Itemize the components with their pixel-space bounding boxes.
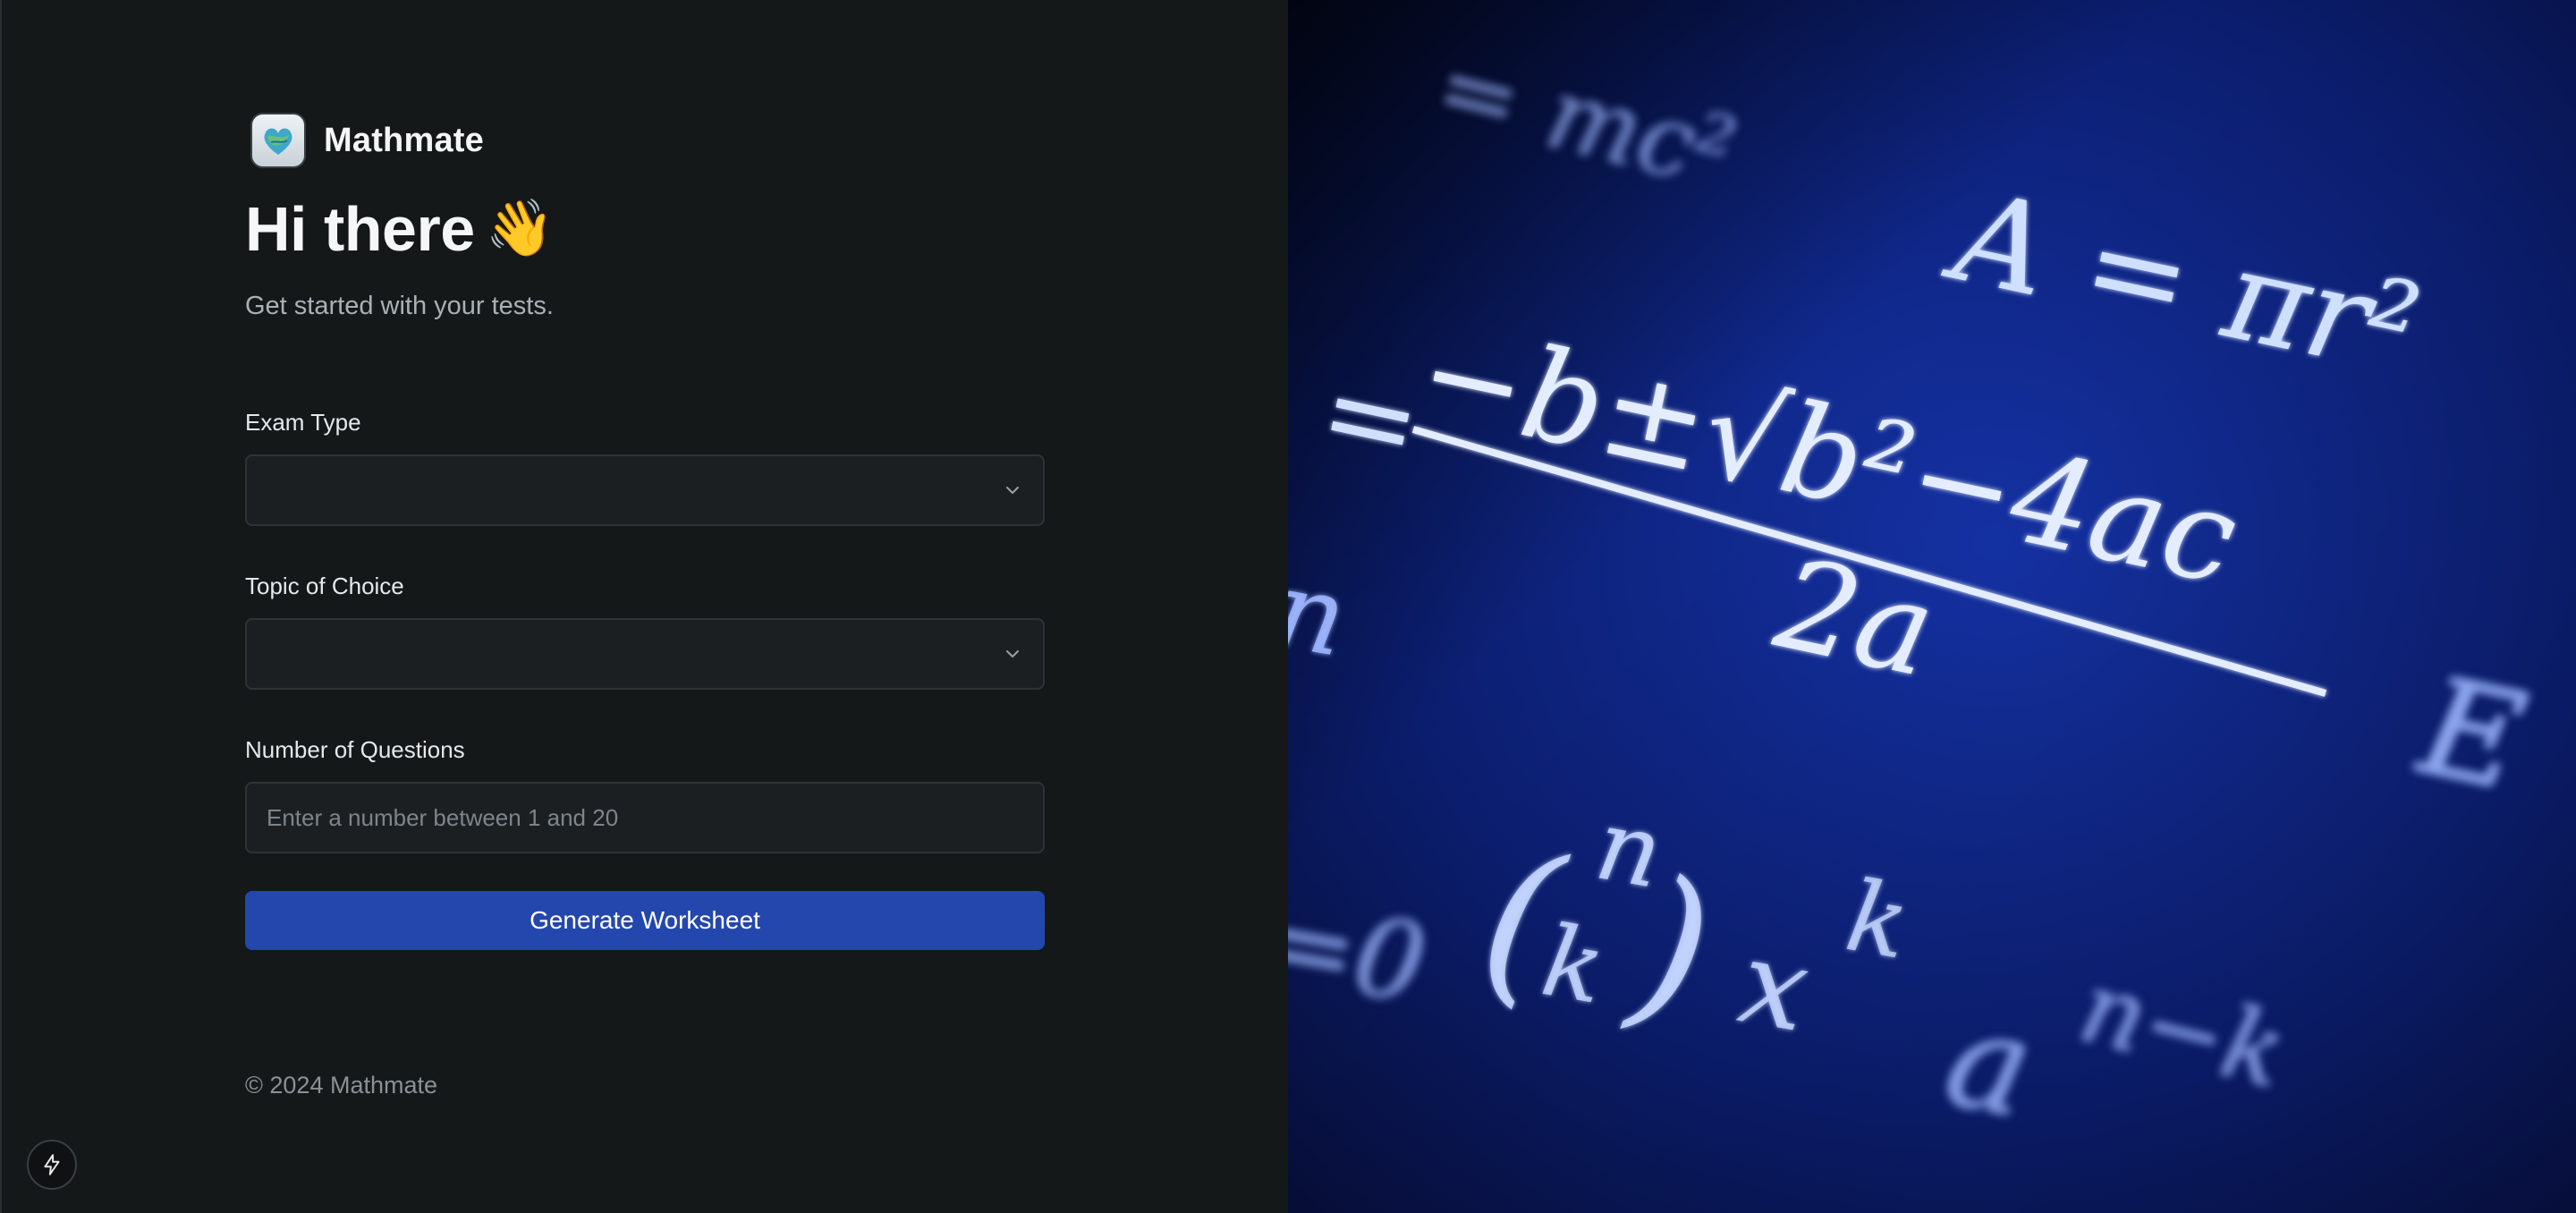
math-formulas-illustration: = mc² A = πr² = −b±√b²−4ac 2a n E ( n k … bbox=[1288, 0, 2576, 1213]
signup-content: Mathmate Hi there 👋 Get started with you… bbox=[245, 113, 1045, 950]
bolt-icon[interactable] bbox=[27, 1140, 77, 1190]
exam-type-select[interactable] bbox=[245, 454, 1045, 526]
brand: Mathmate bbox=[250, 113, 1045, 168]
chevron-down-icon bbox=[1006, 487, 1019, 494]
exam-type-field: Exam Type bbox=[245, 409, 1045, 526]
left-panel: Mathmate Hi there 👋 Get started with you… bbox=[0, 0, 1288, 1213]
topic-select[interactable] bbox=[245, 618, 1045, 690]
greeting: Hi there 👋 bbox=[245, 193, 1045, 265]
mathmate-logo-icon bbox=[250, 113, 306, 168]
exam-type-label: Exam Type bbox=[245, 409, 361, 436]
topic-label: Topic of Choice bbox=[245, 573, 404, 599]
page: Mathmate Hi there 👋 Get started with you… bbox=[0, 0, 2576, 1213]
copyright: © 2024 Mathmate bbox=[245, 1072, 438, 1098]
num-questions-field: Number of Questions bbox=[245, 736, 1045, 853]
page-title: Hi there bbox=[245, 194, 475, 264]
chevron-down-icon bbox=[1006, 650, 1019, 657]
num-questions-label: Number of Questions bbox=[245, 736, 465, 763]
num-questions-input[interactable] bbox=[267, 803, 1023, 832]
hero-image: = mc² A = πr² = −b±√b²−4ac 2a n E ( n k … bbox=[1288, 0, 2576, 1213]
topic-field: Topic of Choice bbox=[245, 573, 1045, 690]
num-questions-wrapper bbox=[245, 782, 1045, 853]
generate-worksheet-button[interactable]: Generate Worksheet bbox=[245, 891, 1045, 950]
brand-name: Mathmate bbox=[324, 121, 484, 159]
waving-hand-icon: 👋 bbox=[485, 198, 555, 259]
page-subtitle: Get started with your tests. bbox=[245, 292, 554, 320]
